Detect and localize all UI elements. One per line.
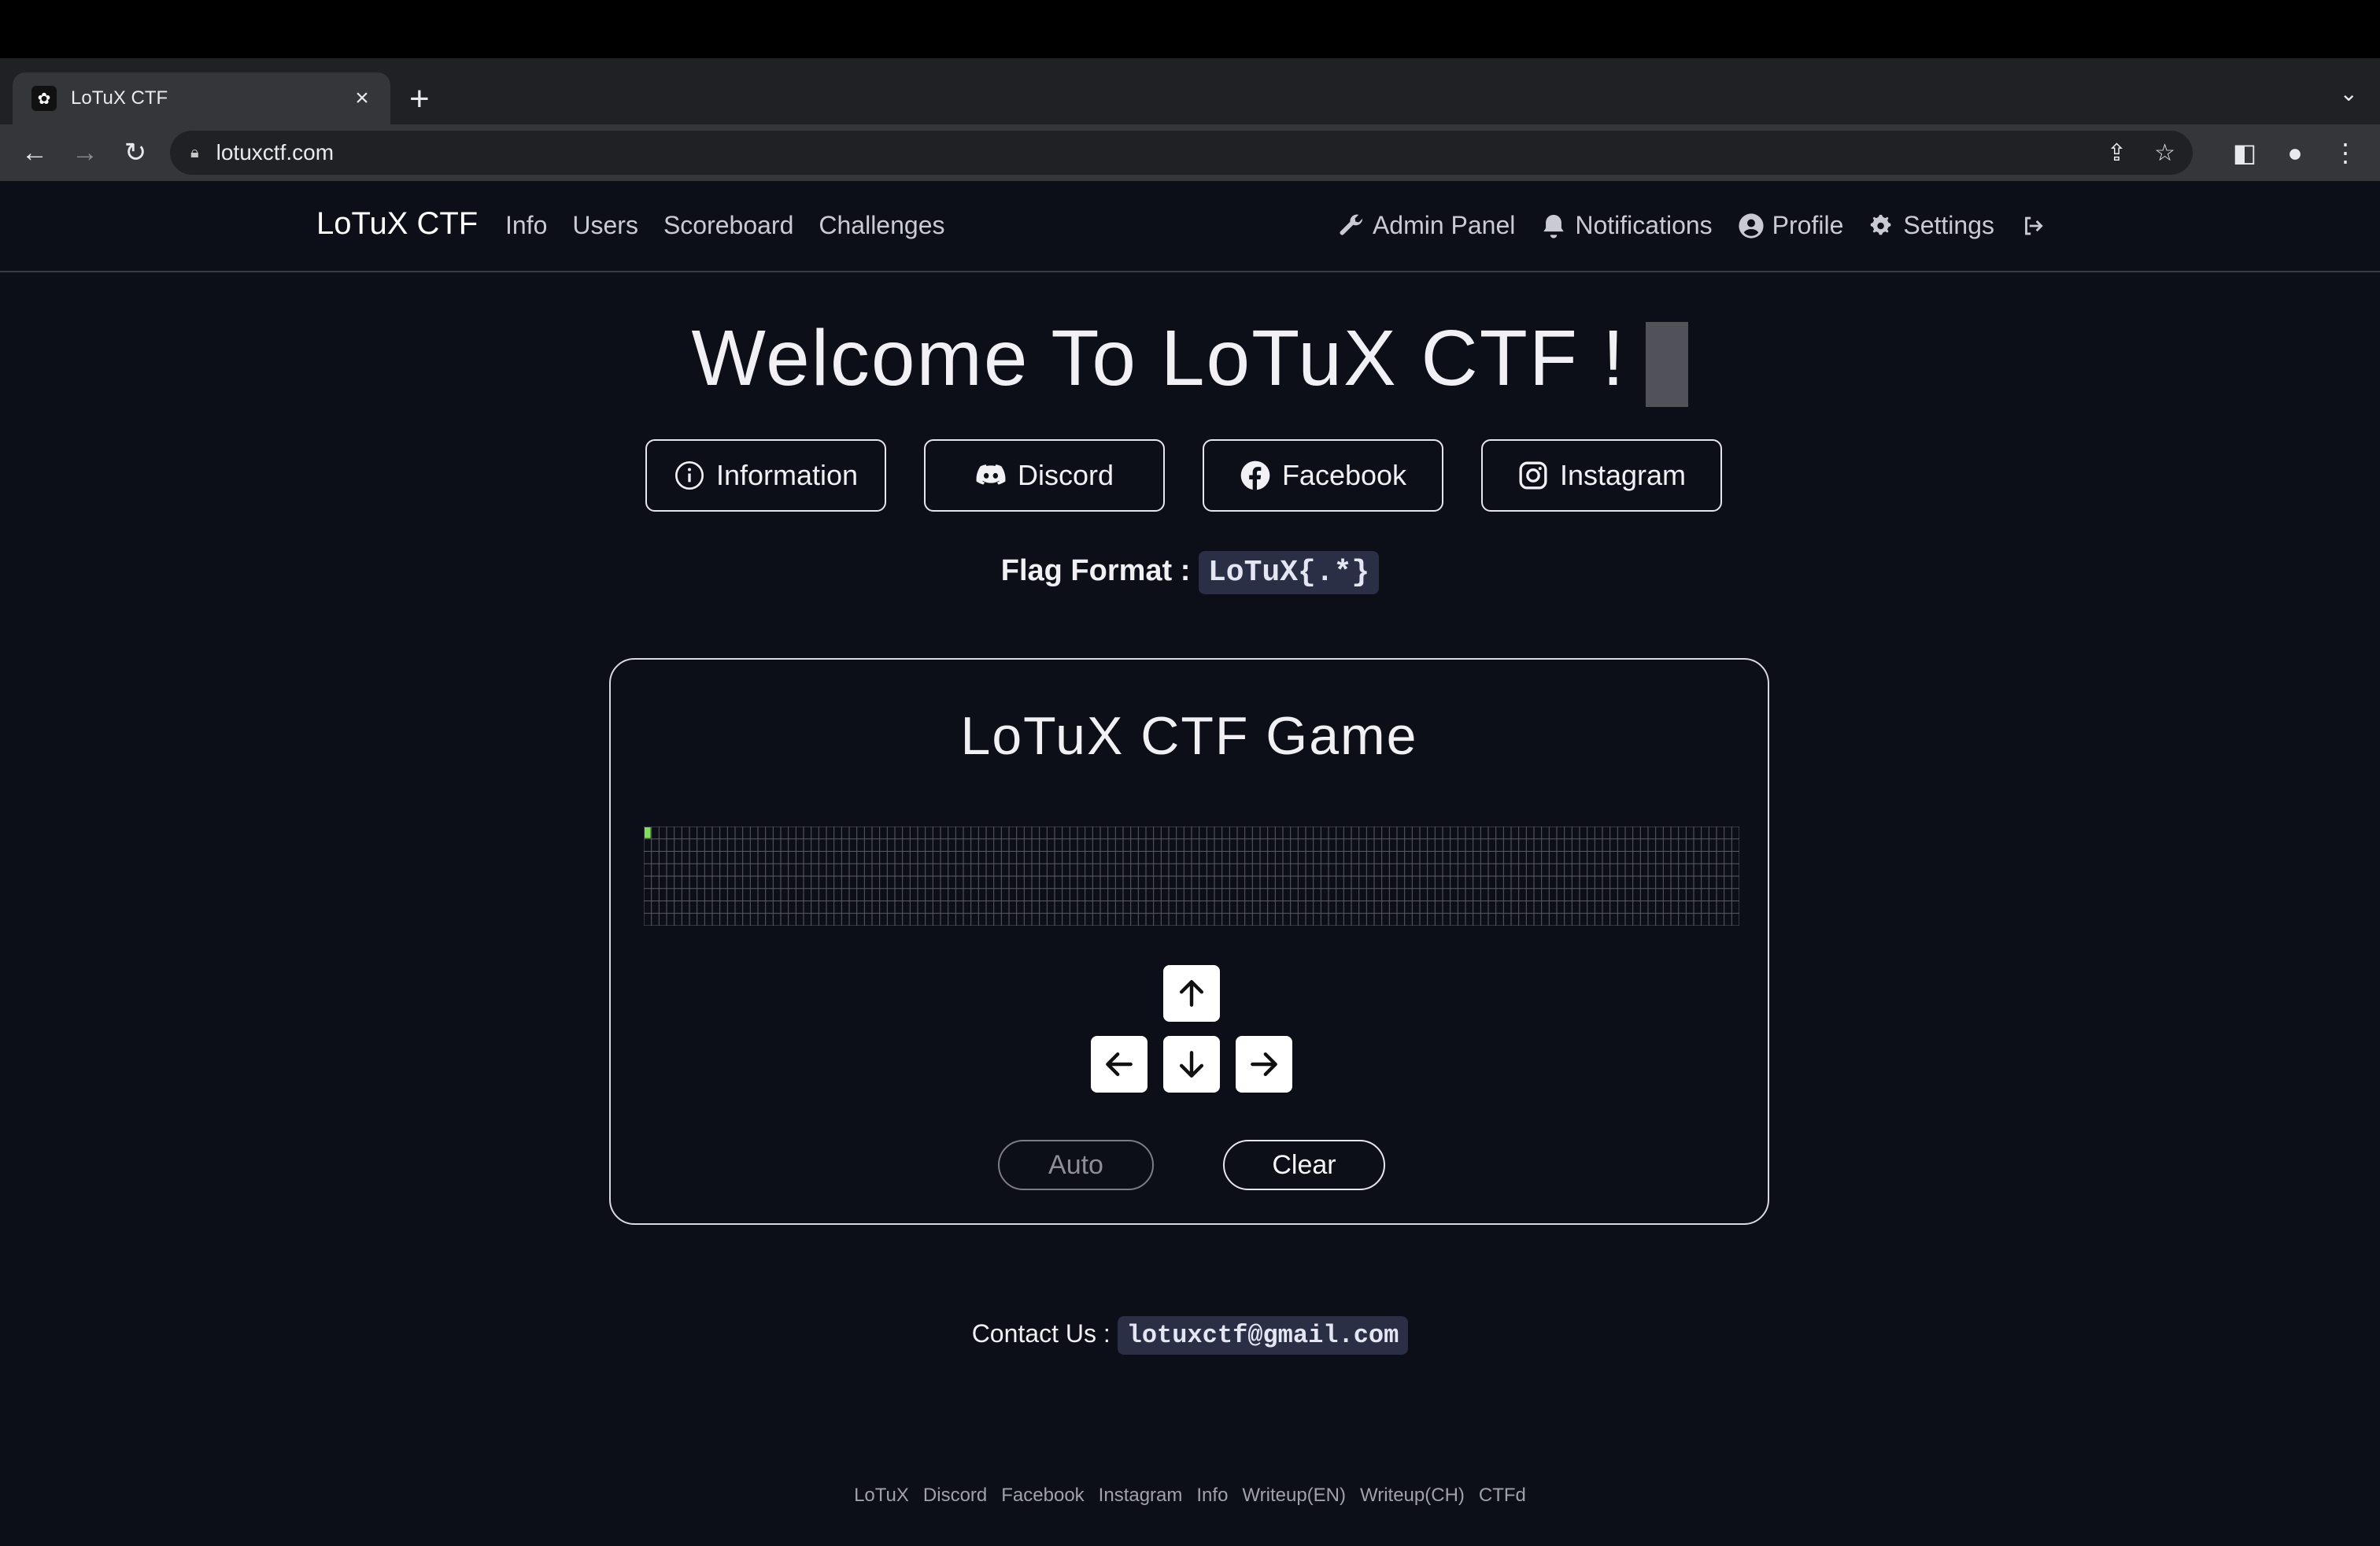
admin-panel-label: Admin Panel — [1372, 211, 1516, 239]
bell-icon — [1543, 214, 1565, 239]
forward-arrow-icon[interactable]: → — [66, 134, 104, 172]
browser-menu-kebab-icon[interactable]: ⋮ — [2326, 134, 2364, 172]
footer-link-ctfd[interactable]: CTFd — [1479, 1485, 1526, 1507]
wrench-icon — [1340, 214, 1363, 235]
instagram-icon — [1519, 461, 1547, 490]
lotus-favicon-icon: ✿ — [31, 86, 57, 111]
footer-link-facebook[interactable]: Facebook — [1001, 1485, 1084, 1507]
address-bar[interactable]: 🔒︎ lotuxctf.com ⇪ ☆ — [170, 131, 2193, 175]
contact-label: Contact Us : — [971, 1319, 1111, 1348]
arrow-right-icon — [1251, 1052, 1277, 1077]
game-grid-canvas — [643, 826, 1740, 926]
back-arrow-icon[interactable]: ← — [16, 134, 54, 172]
contact-email[interactable]: lotuxctf@gmail.com — [1117, 1316, 1409, 1355]
new-tab-plus-icon[interactable]: + — [409, 77, 430, 121]
settings-label: Settings — [1903, 211, 1994, 239]
move-up-button[interactable] — [1163, 965, 1220, 1022]
information-label: Information — [715, 459, 859, 491]
profile-avatar-icon[interactable]: ● — [2276, 134, 2314, 172]
nav-notifications[interactable]: Notifications — [1540, 211, 1713, 240]
facebook-button[interactable]: Facebook — [1203, 439, 1443, 512]
player-cell — [645, 827, 651, 838]
url-text: lotuxctf.com — [216, 140, 334, 165]
arrow-down-icon — [1179, 1051, 1204, 1078]
facebook-icon — [1240, 460, 1270, 490]
profile-label: Profile — [1772, 211, 1844, 239]
game-title: LoTuX CTF Game — [960, 706, 1418, 766]
lock-icon: 🔒︎ — [190, 143, 199, 161]
browser-tab[interactable]: ✿ LoTuX CTF × — [13, 72, 390, 124]
instagram-label: Instagram — [1559, 459, 1687, 491]
auto-button[interactable]: Auto — [998, 1140, 1154, 1190]
move-right-button[interactable] — [1236, 1036, 1292, 1093]
footer-link-info[interactable]: Info — [1196, 1485, 1228, 1507]
welcome-text: Welcome To LoTuX CTF ! — [691, 314, 1626, 402]
footer-link-lotux[interactable]: LoTuX — [854, 1485, 909, 1507]
typing-cursor — [1646, 321, 1689, 407]
footer-link-writeup-ch[interactable]: Writeup(CH) — [1360, 1485, 1465, 1507]
nav-right-links: Admin Panel Notifications Profile Settin… — [1338, 211, 2046, 240]
nav-link-scoreboard[interactable]: Scoreboard — [663, 211, 793, 240]
nav-link-challenges[interactable]: Challenges — [819, 211, 944, 240]
move-left-button[interactable] — [1091, 1036, 1148, 1093]
instagram-button[interactable]: Instagram — [1481, 439, 1722, 512]
arrow-up-icon — [1179, 980, 1204, 1007]
welcome-heading: Welcome To LoTuX CTF ! — [0, 313, 2380, 407]
flag-format-label: Flag Format : — [1000, 554, 1191, 587]
cogs-icon — [1871, 214, 1891, 235]
nav-admin-panel[interactable]: Admin Panel — [1338, 211, 1515, 240]
close-tab-icon[interactable]: × — [346, 85, 378, 112]
flag-format: Flag Format : LoTuX{.*} — [0, 551, 2380, 594]
discord-icon — [976, 464, 1006, 485]
nav-logout[interactable] — [2020, 213, 2046, 239]
clear-button[interactable]: Clear — [1223, 1140, 1385, 1190]
footer-link-instagram[interactable]: Instagram — [1099, 1485, 1183, 1507]
nav-link-users[interactable]: Users — [572, 211, 638, 240]
site-brand[interactable]: LoTuX CTF — [316, 206, 478, 242]
logout-icon — [2025, 216, 2043, 235]
information-button[interactable]: Information — [645, 439, 886, 512]
share-icon[interactable]: ⇪ — [2107, 131, 2127, 175]
notifications-label: Notifications — [1575, 211, 1713, 239]
discord-button[interactable]: Discord — [924, 439, 1165, 512]
footer-links: LoTuX Discord Facebook Instagram Info Wr… — [0, 1485, 2380, 1507]
social-buttons: Information Discord Facebook Instagram — [645, 439, 1722, 512]
reload-icon[interactable]: ↻ — [116, 134, 154, 172]
site-navbar: LoTuX CTF Info Users Scoreboard Challeng… — [0, 183, 2380, 272]
nav-profile[interactable]: Profile — [1738, 211, 1844, 240]
bookmark-star-icon[interactable]: ☆ — [2154, 131, 2175, 175]
tab-strip: ✿ LoTuX CTF × + ⌄ — [0, 58, 2380, 124]
flag-format-code: LoTuX{.*} — [1199, 551, 1380, 594]
move-down-button[interactable] — [1163, 1036, 1220, 1093]
contact-us: Contact Us : lotuxctf@gmail.com — [0, 1316, 2380, 1355]
game-grid — [643, 826, 1740, 926]
tab-search-chevron-icon[interactable]: ⌄ — [2340, 80, 2358, 106]
discord-label: Discord — [1017, 459, 1114, 491]
tab-title: LoTuX CTF — [71, 87, 168, 109]
nav-links: Info Users Scoreboard Challenges — [505, 211, 944, 240]
facebook-label: Facebook — [1281, 459, 1407, 491]
game-card: LoTuX CTF Game Auto Clear — [609, 658, 1769, 1225]
os-menu-bar — [0, 0, 2380, 58]
nav-link-info[interactable]: Info — [505, 211, 547, 240]
footer-link-writeup-en[interactable]: Writeup(EN) — [1242, 1485, 1346, 1507]
arrow-left-icon — [1106, 1052, 1133, 1077]
footer-link-discord[interactable]: Discord — [923, 1485, 987, 1507]
browser-toolbar: ← → ↻ 🔒︎ lotuxctf.com ⇪ ☆ ◧ ● ⋮ — [0, 124, 2380, 181]
nav-settings[interactable]: Settings — [1868, 211, 1994, 240]
side-panel-icon[interactable]: ◧ — [2226, 134, 2264, 172]
user-circle-icon — [1739, 213, 1764, 239]
info-circle-icon — [674, 461, 704, 490]
